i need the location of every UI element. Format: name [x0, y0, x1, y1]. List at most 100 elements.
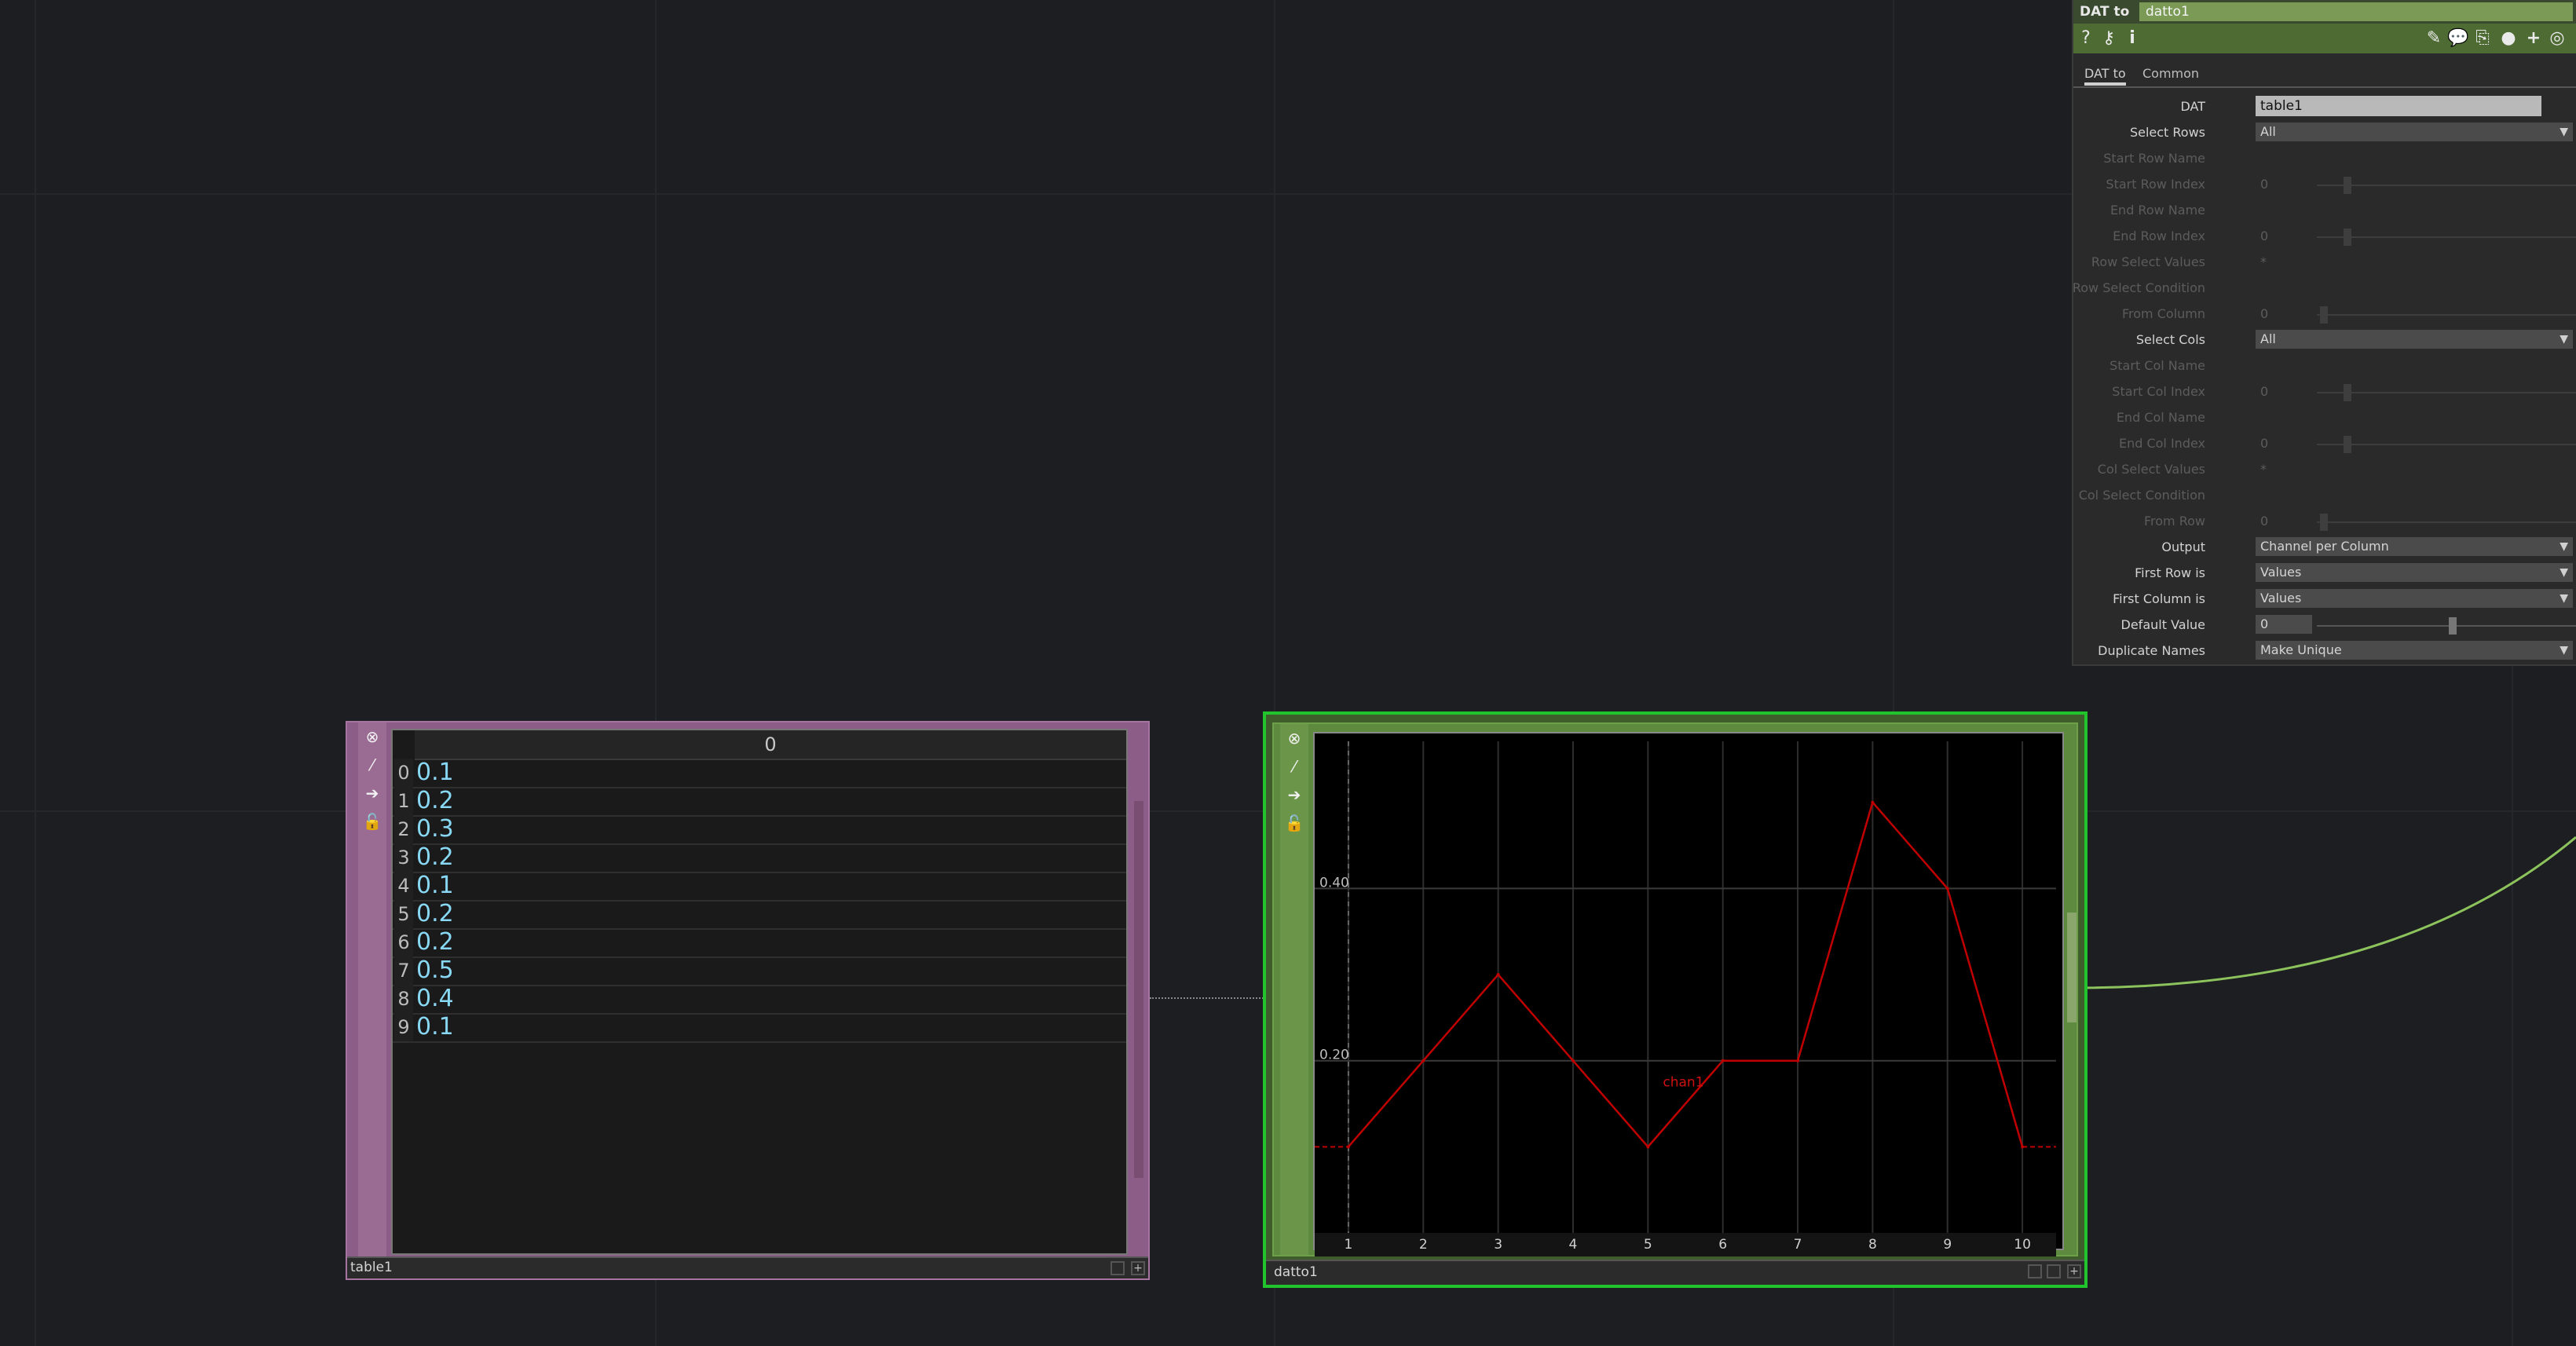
help-icon[interactable]: ? — [2078, 28, 2094, 49]
param-slider — [2317, 514, 2576, 531]
param-number-field[interactable]: 0 — [2256, 615, 2312, 634]
param-label: Start Col Index — [2112, 384, 2205, 399]
python-help-icon[interactable]: ⚷ — [2097, 28, 2120, 49]
op-type-label: DAT to — [2080, 4, 2130, 20]
viewer-toggle-button[interactable] — [1111, 1261, 1125, 1275]
clone-icon[interactable]: ⎘ — [2472, 28, 2493, 49]
x-tick-label: 9 — [1943, 1237, 1952, 1253]
param-label: DAT — [2180, 99, 2205, 114]
param-label: Col Select Values — [2097, 462, 2205, 477]
param-menu[interactable]: All ▼ — [2256, 123, 2573, 141]
tab-dat-to[interactable]: DAT to — [2084, 66, 2126, 86]
display-icon[interactable]: ➔ — [361, 782, 383, 804]
table-viewer[interactable]: 0 0 0.1 1 0.2 2 0.3 3 0.2 4 0.1 5 0.2 6 0.2 7 0.5 8 0.4 9 0… — [391, 729, 1128, 1255]
row-index: 2 — [394, 815, 413, 843]
table-row[interactable]: 3 0.2 — [393, 843, 1126, 873]
param-label: Start Col Name — [2109, 358, 2205, 373]
cell-value[interactable]: 0.1 — [415, 1013, 454, 1041]
viewer-icon[interactable]: ◎ — [2546, 28, 2568, 49]
comment-icon[interactable]: 💬 — [2447, 28, 2469, 49]
table-row[interactable]: 9 0.1 — [393, 1013, 1126, 1043]
param-value: 0 — [2260, 306, 2269, 321]
lock-icon[interactable]: 🔓 — [1283, 812, 1305, 834]
data-point — [1646, 1145, 1650, 1149]
cell-value[interactable]: 0.4 — [415, 985, 454, 1013]
bypass-icon[interactable]: ⊗ — [361, 726, 383, 748]
series-line-chan1 — [1347, 800, 2024, 1149]
table-node[interactable]: ⊗ ⁄ ➔ 🔓 0 0 0.1 1 0.2 2 0.3 3 0.2 4 0.1 5 0.2 6 0.2 7 0… — [346, 721, 1150, 1280]
info-icon[interactable]: i — [2125, 28, 2139, 49]
chop-viewer[interactable]: 0.40 0.20 1 2 3 4 5 6 7 8 9 10 chan1 — [1313, 732, 2064, 1256]
param-label: End Row Index — [2113, 229, 2205, 243]
table-row[interactable]: 6 0.2 — [393, 928, 1126, 958]
node-name-label[interactable]: table1 — [350, 1260, 393, 1275]
cell-value[interactable]: 0.1 — [415, 872, 454, 900]
edit-icon[interactable]: ✎ — [2424, 28, 2444, 49]
python-icon[interactable]: ● — [2497, 28, 2519, 49]
chop-scrollbar[interactable] — [2067, 913, 2077, 1022]
param-label: From Column — [2122, 306, 2205, 321]
viewer-toggle-button[interactable] — [2028, 1264, 2042, 1278]
chevron-down-icon: ▼ — [2560, 333, 2568, 346]
param-label: Select Cols — [2135, 332, 2205, 347]
cook-button[interactable] — [2047, 1264, 2061, 1278]
node-name-label[interactable]: datto1 — [1274, 1264, 1318, 1280]
table-row[interactable]: 1 0.2 — [393, 787, 1126, 817]
param-menu[interactable]: All ▼ — [2256, 330, 2573, 349]
row-index: 8 — [394, 985, 413, 1013]
row-index: 3 — [394, 843, 413, 872]
table-row[interactable]: 2 0.3 — [393, 815, 1126, 845]
table-row[interactable]: 5 0.2 — [393, 900, 1126, 930]
cell-value[interactable]: 0.2 — [415, 787, 454, 815]
cell-value[interactable]: 0.2 — [415, 900, 454, 928]
channel-graph: 0.40 0.20 1 2 3 4 5 6 7 8 9 10 chan1 — [1315, 741, 2056, 1256]
table-row[interactable]: 4 0.1 — [393, 872, 1126, 902]
param-menu[interactable]: Values ▼ — [2256, 589, 2573, 608]
param-menu-value: Channel per Column — [2260, 539, 2389, 554]
param-end-col-name: End Col Name — [2073, 407, 2576, 430]
row-index: 9 — [394, 1013, 413, 1041]
cell-value[interactable]: 0.1 — [415, 759, 454, 787]
param-label: Duplicate Names — [2098, 643, 2205, 658]
bypass-icon[interactable]: ⊗ — [1283, 727, 1305, 749]
param-field[interactable]: table1 — [2256, 96, 2541, 116]
param-menu-value: Values — [2260, 591, 2302, 605]
expand-button[interactable]: + — [2067, 1264, 2081, 1278]
cell-value[interactable]: 0.5 — [415, 956, 454, 985]
datto-node[interactable]: ⊗ ⁄ ➔ 🔓 0.40 0.20 1 2 3 4 5 6 7 8 9 10 chan1 datto1 … — [1263, 711, 2088, 1288]
x-tick-label: 4 — [1569, 1237, 1578, 1253]
op-name-field[interactable]: datto1 — [2139, 2, 2573, 21]
param-menu-value: Values — [2260, 565, 2302, 580]
chevron-down-icon: ▼ — [2560, 126, 2568, 138]
lock-icon[interactable]: 🔓 — [361, 810, 383, 832]
cell-value[interactable]: 0.2 — [415, 843, 454, 872]
param-value: 0 — [2260, 436, 2269, 451]
cell-value[interactable]: 0.3 — [415, 815, 454, 843]
display-icon[interactable]: ➔ — [1283, 784, 1305, 806]
y-tick-label: 0.20 — [1319, 1048, 1349, 1063]
param-from-column: From Column 0 — [2073, 303, 2576, 327]
add-icon[interactable]: + — [2524, 28, 2543, 49]
tab-common[interactable]: Common — [2142, 66, 2199, 81]
table-row[interactable]: 0 0.1 — [393, 759, 1126, 788]
row-index: 6 — [394, 928, 413, 956]
data-point — [2021, 1145, 2025, 1149]
data-point — [1945, 887, 1949, 891]
cell-value[interactable]: 0.2 — [415, 928, 454, 956]
viewer-active-icon[interactable]: ⁄ — [361, 754, 383, 776]
param-menu-value: Make Unique — [2260, 642, 2342, 657]
table-scrollbar[interactable] — [1134, 801, 1143, 1178]
y-tick-label: 0.40 — [1319, 875, 1349, 891]
expand-button[interactable]: + — [1131, 1261, 1145, 1275]
table-row[interactable]: 7 0.5 — [393, 956, 1126, 986]
table-row[interactable]: 8 0.4 — [393, 985, 1126, 1015]
param-value: * — [2260, 462, 2267, 477]
param-menu[interactable]: Make Unique ▼ — [2256, 641, 2573, 660]
param-value: 0 — [2260, 229, 2269, 243]
param-menu[interactable]: Channel per Column ▼ — [2256, 537, 2573, 556]
slider-handle[interactable] — [2449, 617, 2457, 635]
param-slider[interactable] — [2317, 617, 2576, 635]
viewer-active-icon[interactable]: ⁄ — [1283, 755, 1305, 777]
param-label: First Row is — [2135, 565, 2205, 580]
param-menu[interactable]: Values ▼ — [2256, 563, 2573, 582]
